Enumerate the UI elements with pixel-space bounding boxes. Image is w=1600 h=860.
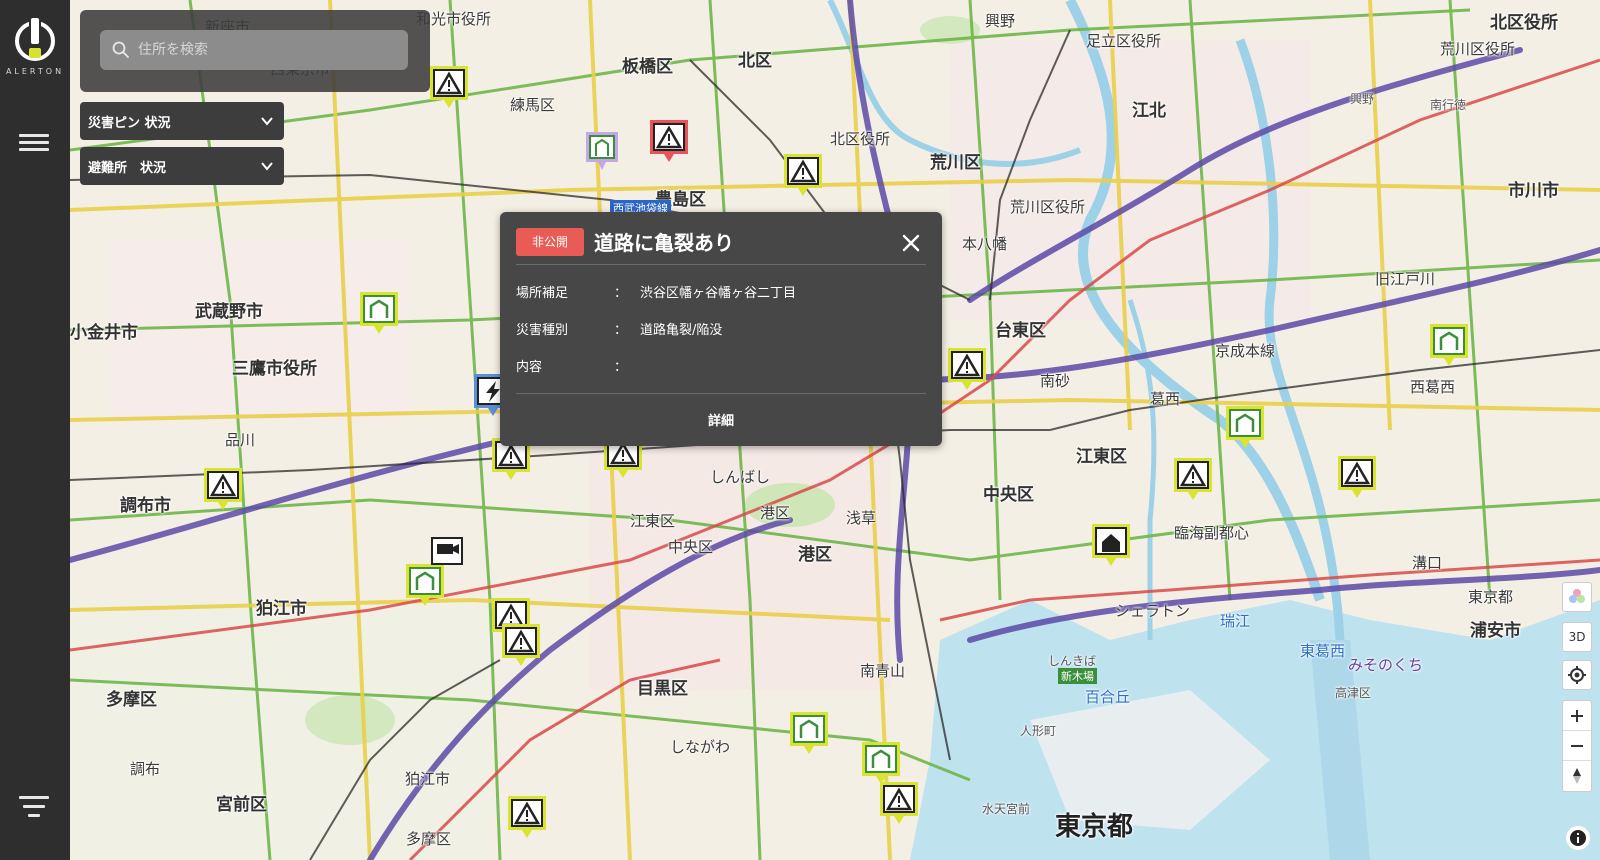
chevron-down-icon bbox=[261, 117, 273, 126]
row-separator: ： bbox=[614, 323, 628, 338]
power-icon bbox=[15, 18, 55, 61]
zoom-controls bbox=[1562, 700, 1592, 792]
hamburger-icon-line bbox=[19, 148, 49, 151]
disaster-pin[interactable] bbox=[1172, 456, 1214, 504]
camera-pin[interactable] bbox=[426, 532, 468, 580]
filter-icon-line bbox=[28, 814, 40, 817]
row-key: 内容 bbox=[516, 360, 543, 375]
popup-title: 道路に亀裂あり bbox=[594, 231, 734, 255]
menu-button[interactable] bbox=[19, 130, 49, 154]
compass-icon bbox=[1573, 768, 1581, 784]
filter-icon bbox=[19, 796, 49, 799]
hamburger-icon bbox=[19, 134, 49, 137]
row-key: 場所補足 bbox=[516, 286, 569, 301]
dropdown-label: 避難所 状況 bbox=[88, 160, 167, 176]
visibility-badge: 非公開 bbox=[516, 228, 585, 256]
disaster-pin[interactable] bbox=[500, 622, 542, 670]
disaster-pin[interactable] bbox=[506, 794, 548, 842]
disaster-pin[interactable] bbox=[1336, 454, 1378, 502]
palette-icon bbox=[1569, 589, 1585, 603]
logo-wordmark: ALERTON bbox=[5, 67, 65, 76]
disaster-pin[interactable] bbox=[946, 346, 988, 394]
row-key: 災害種別 bbox=[516, 323, 569, 338]
search-panel bbox=[80, 10, 430, 92]
filter-button[interactable] bbox=[17, 796, 51, 824]
zoom-out-button[interactable] bbox=[1563, 731, 1591, 761]
search-input[interactable] bbox=[100, 30, 408, 70]
app: ALERTON 板橋区 北区 豊島区 荒川区 江北 台東区 江東区 中央区 港区… bbox=[0, 0, 1600, 860]
row-value: 渋谷区幡ヶ谷幡ヶ谷二丁目 bbox=[640, 286, 797, 301]
divider bbox=[516, 264, 926, 265]
disaster-pin[interactable] bbox=[202, 466, 244, 514]
disaster-pin-selected[interactable] bbox=[648, 118, 690, 166]
alerton-logo[interactable]: ALERTON bbox=[5, 18, 65, 88]
left-rail: ALERTON bbox=[0, 0, 70, 860]
3d-toggle-button[interactable]: 3D bbox=[1562, 622, 1592, 652]
filter-icon-line bbox=[23, 805, 45, 808]
shelter-pin[interactable] bbox=[358, 290, 400, 338]
shelter-pin[interactable] bbox=[582, 128, 624, 176]
disaster-pin-status-dropdown[interactable]: 災害ピン 状況 bbox=[80, 102, 284, 140]
pin-detail-popup: 非公開 道路に亀裂あり 場所補足 ： 渋谷区幡ヶ谷幡ヶ谷二丁目 災害種別 ： 道… bbox=[500, 212, 942, 446]
row-value: 道路亀裂/陥没 bbox=[640, 323, 723, 338]
compass-button[interactable] bbox=[1563, 761, 1591, 791]
my-location-button[interactable] bbox=[1562, 660, 1592, 690]
row-separator: ： bbox=[614, 286, 628, 301]
disaster-pin[interactable] bbox=[428, 64, 470, 112]
house-pin[interactable] bbox=[1090, 522, 1132, 570]
shelter-status-dropdown[interactable]: 避難所 状況 bbox=[80, 147, 284, 185]
minus-icon bbox=[1571, 744, 1583, 747]
disaster-pin[interactable] bbox=[878, 780, 920, 828]
shelter-pin[interactable] bbox=[788, 710, 830, 758]
disaster-pin[interactable] bbox=[782, 152, 824, 200]
locate-icon bbox=[1568, 666, 1586, 684]
search-icon bbox=[112, 41, 129, 58]
detail-button[interactable]: 詳細 bbox=[500, 410, 942, 429]
info-icon bbox=[1570, 830, 1586, 846]
hamburger-icon-line bbox=[19, 141, 49, 144]
layer-style-button[interactable] bbox=[1562, 582, 1592, 612]
close-icon[interactable] bbox=[898, 230, 924, 256]
dropdown-label: 災害ピン 状況 bbox=[88, 115, 171, 131]
row-separator: ： bbox=[614, 360, 628, 375]
divider bbox=[516, 393, 926, 394]
shelter-pin[interactable] bbox=[1224, 404, 1266, 452]
chevron-down-icon bbox=[261, 162, 273, 171]
shelter-pin[interactable] bbox=[1428, 322, 1470, 370]
zoom-in-button[interactable] bbox=[1563, 701, 1591, 731]
plus-icon bbox=[1571, 709, 1583, 722]
info-button[interactable] bbox=[1566, 826, 1590, 850]
